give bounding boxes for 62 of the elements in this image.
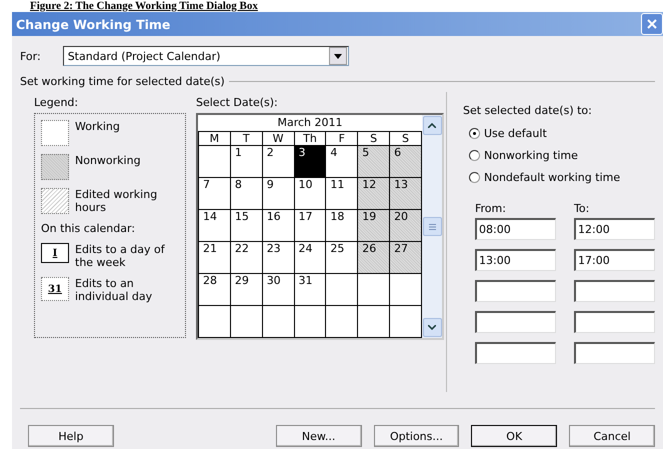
day-cell[interactable]: 14 (198, 210, 230, 242)
day-cell[interactable]: 12 (358, 178, 390, 210)
radio-option[interactable]: Use default (469, 127, 655, 140)
radio-option[interactable]: Nonworking time (469, 149, 655, 162)
day-cell[interactable]: 13 (390, 178, 422, 210)
day-cell[interactable]: 2 (262, 146, 294, 178)
legend-swatch: I (41, 243, 69, 263)
group-title: Set working time for selected date(s) (20, 75, 225, 88)
legend-text: Edits to an individual day (75, 277, 154, 303)
window-title: Change Working Time (16, 16, 170, 32)
time-field[interactable]: 17:00 (574, 249, 655, 271)
day-cell[interactable]: 21 (198, 242, 230, 274)
day-cell[interactable]: 15 (230, 210, 262, 242)
legend-label: Legend: (34, 96, 80, 109)
dialog-button[interactable]: Options... (374, 425, 460, 447)
time-field[interactable]: 08:00 (475, 218, 556, 240)
day-cell[interactable]: 10 (294, 178, 326, 210)
day-cell[interactable]: 27 (390, 242, 422, 274)
dialog-button[interactable]: Help (28, 425, 114, 447)
weekday-header: T (230, 132, 262, 146)
figure-caption: Figure 2: The Change Working Time Dialog Box (30, 0, 259, 12)
day-cell[interactable]: 8 (230, 178, 262, 210)
legend-text: Edits to a day of the week (75, 243, 166, 269)
day-cell[interactable]: 6 (390, 146, 422, 178)
day-cell[interactable]: 31 (294, 274, 326, 306)
weekday-header: F (326, 132, 358, 146)
day-cell[interactable]: 5 (358, 146, 390, 178)
month-title: March 2011 (276, 115, 344, 131)
from-label: From: (475, 202, 507, 215)
day-cell[interactable]: 30 (262, 274, 294, 306)
dialog-button[interactable]: New... (276, 425, 362, 447)
radio-option[interactable]: Nondefault working time (469, 171, 655, 184)
dialog-button[interactable]: OK (471, 425, 558, 447)
weekday-header: W (262, 132, 294, 146)
legend-text: Working (75, 120, 120, 133)
day-cell[interactable]: 1 (230, 146, 262, 178)
time-field[interactable]: 12:00 (574, 218, 655, 240)
day-cell[interactable]: 26 (358, 242, 390, 274)
legend-subtitle: On this calendar: (41, 222, 136, 235)
day-cell[interactable]: 19 (358, 210, 390, 242)
legend-text: Nonworking (75, 154, 141, 167)
legend-swatch: 31 (41, 277, 69, 301)
day-cell[interactable]: 7 (198, 178, 230, 210)
calendar-label: Select Date(s): (196, 96, 279, 109)
day-cell[interactable]: 3 (294, 146, 326, 178)
weekday-header: M (198, 132, 230, 146)
legend-text: Edited working hours (75, 188, 158, 214)
calendar-dropdown[interactable]: Standard (Project Calendar) (62, 46, 349, 66)
day-cell[interactable]: 16 (262, 210, 294, 242)
time-field[interactable]: 13:00 (475, 249, 556, 271)
set-to-label: Set selected date(s) to: (463, 104, 593, 117)
day-cell[interactable]: 23 (262, 242, 294, 274)
day-cell[interactable]: 29 (230, 274, 262, 306)
dialog-button[interactable]: Cancel (569, 425, 655, 447)
day-cell[interactable]: 17 (294, 210, 326, 242)
for-label: For: (20, 50, 41, 62)
day-cell[interactable]: 9 (262, 178, 294, 210)
to-label: To: (574, 202, 590, 215)
day-cell[interactable]: 28 (198, 274, 230, 306)
day-cell[interactable]: 22 (230, 242, 262, 274)
day-cell[interactable]: 24 (294, 242, 326, 274)
day-cell[interactable]: 20 (390, 210, 422, 242)
